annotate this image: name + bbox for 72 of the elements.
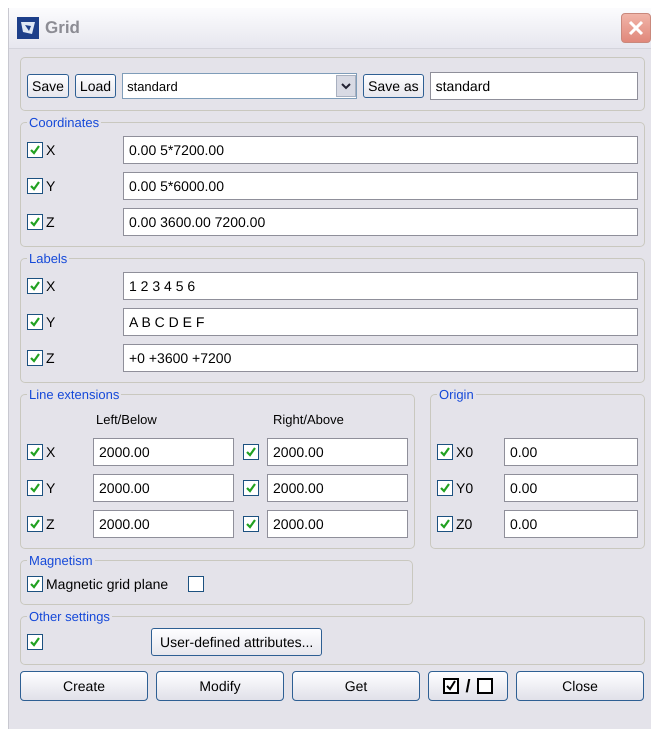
axis-label: Z (46, 516, 55, 532)
group-title: Line extensions (28, 387, 120, 402)
input-field[interactable]: 2000.00 (93, 438, 234, 466)
axis-label: Z0 (456, 516, 472, 532)
checked-box-icon (443, 678, 460, 694)
input-field[interactable]: 0.00 (504, 438, 638, 466)
input-field[interactable]: 2000.00 (93, 474, 234, 502)
checkbox[interactable] (188, 576, 204, 592)
window-title: Grid (45, 18, 81, 38)
checkbox[interactable] (437, 516, 453, 532)
axis-label: Y (46, 314, 56, 330)
checkbox[interactable] (27, 480, 43, 496)
axis-label: Z (46, 214, 55, 230)
input-field[interactable]: +0 +3600 +7200 (123, 344, 638, 372)
close-icon (626, 18, 646, 38)
input-field[interactable]: 1 2 3 4 5 6 (123, 272, 638, 300)
action-button[interactable]: Close (516, 671, 644, 701)
checkbox[interactable] (27, 278, 43, 294)
group-title: Other settings (28, 609, 111, 624)
input-field[interactable]: 2000.00 (267, 438, 408, 466)
input-field[interactable]: 0.00 5*7200.00 (123, 136, 638, 164)
checkbox[interactable] (242, 516, 258, 532)
app-icon (17, 17, 39, 39)
input-field[interactable]: 2000.00 (267, 510, 408, 538)
axis-label: X (46, 444, 56, 460)
checkbox[interactable] (27, 314, 43, 330)
load-button[interactable]: Load (74, 74, 116, 98)
empty-box-icon (476, 678, 492, 694)
input-field[interactable]: standard (430, 72, 638, 100)
axis-label: X (46, 142, 56, 158)
axis-label: X (46, 278, 56, 294)
checkbox[interactable] (27, 444, 43, 460)
column-header: Right/Above (273, 412, 344, 426)
group-title: Magnetism (28, 553, 94, 568)
input-field[interactable]: 2000.00 (267, 474, 408, 502)
checkbox[interactable] (27, 142, 43, 158)
axis-label: Y0 (456, 480, 474, 496)
checkbox[interactable] (242, 444, 258, 460)
axis-label: X0 (456, 444, 474, 460)
chevron-down-icon (341, 82, 352, 90)
axis-label: Y (46, 480, 56, 496)
column-header: Left/Below (96, 412, 158, 426)
preset-dropdown[interactable]: standard (122, 73, 358, 99)
group-title: Coordinates (28, 115, 100, 130)
input-field[interactable]: A B C D E F (123, 308, 638, 336)
axis-label: Z (46, 350, 55, 366)
checkbox[interactable] (27, 350, 43, 366)
attributes-button[interactable]: User-defined attributes... (151, 628, 322, 656)
checkbox[interactable] (27, 178, 43, 194)
checkbox[interactable] (27, 214, 43, 230)
input-field[interactable]: 0.00 (504, 474, 638, 502)
checkbox[interactable] (27, 516, 43, 532)
input-field[interactable]: 0.00 5*6000.00 (123, 172, 638, 200)
axis-label: Y (46, 178, 56, 194)
checkbox-label: Magnetic grid plane (46, 576, 168, 592)
checkbox[interactable] (27, 634, 43, 650)
input-field[interactable]: 0.00 (504, 510, 638, 538)
close-button[interactable] (621, 13, 651, 43)
save-button[interactable]: Save (27, 74, 69, 98)
input-field[interactable]: 0.00 3600.00 7200.00 (123, 208, 638, 236)
action-button[interactable]: Get (292, 671, 420, 701)
toggle-all-button[interactable]: / (428, 671, 508, 701)
input-field[interactable]: 2000.00 (93, 510, 234, 538)
action-button[interactable]: Create (20, 671, 148, 701)
checkbox[interactable] (437, 444, 453, 460)
checkbox[interactable] (437, 480, 453, 496)
checkbox[interactable] (27, 576, 43, 592)
checkbox[interactable] (242, 480, 258, 496)
action-button[interactable]: Modify (156, 671, 284, 701)
group-title: Labels (28, 251, 68, 266)
save-as-button[interactable]: Save as (363, 74, 424, 98)
group-title: Origin (438, 387, 475, 402)
